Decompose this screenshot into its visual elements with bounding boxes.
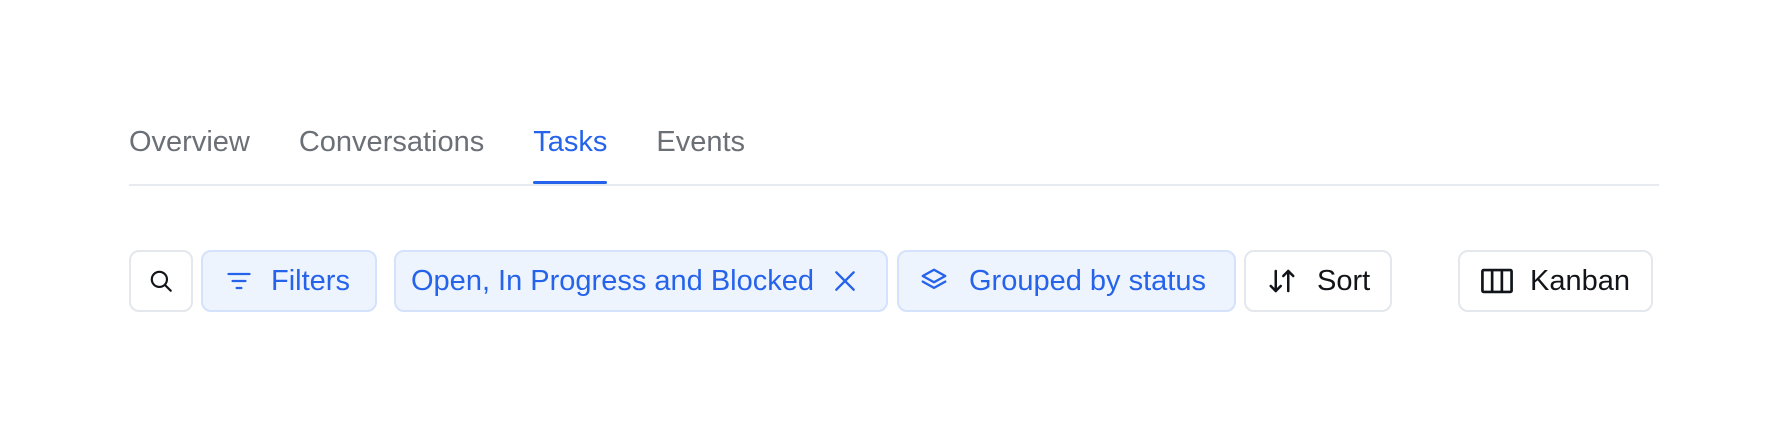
close-icon[interactable] bbox=[832, 268, 858, 294]
sort-arrows-icon bbox=[1267, 266, 1297, 296]
tab-conversations[interactable]: Conversations bbox=[299, 118, 484, 182]
filter-lines-icon bbox=[225, 267, 253, 295]
search-button[interactable] bbox=[129, 250, 193, 312]
filters-button[interactable]: Filters bbox=[201, 250, 377, 312]
search-icon bbox=[148, 268, 174, 294]
status-filter-label: Open, In Progress and Blocked bbox=[411, 264, 815, 297]
layers-icon bbox=[919, 266, 949, 296]
filters-label: Filters bbox=[271, 264, 350, 297]
tab-events[interactable]: Events bbox=[656, 118, 745, 182]
page: Overview Conversations Tasks Events Filt… bbox=[0, 0, 1778, 440]
group-by-label: Grouped by status bbox=[969, 264, 1206, 297]
view-mode-label: Kanban bbox=[1530, 264, 1630, 297]
status-filter-chip[interactable]: Open, In Progress and Blocked bbox=[394, 250, 888, 312]
tab-tasks[interactable]: Tasks bbox=[533, 118, 608, 184]
sort-button[interactable]: Sort bbox=[1244, 250, 1392, 312]
tab-bar: Overview Conversations Tasks Events bbox=[129, 118, 1659, 186]
sort-label: Sort bbox=[1317, 264, 1371, 297]
group-by-button[interactable]: Grouped by status bbox=[897, 250, 1236, 312]
view-mode-button[interactable]: Kanban bbox=[1458, 250, 1653, 312]
kanban-columns-icon bbox=[1480, 266, 1514, 296]
toolbar: Filters Open, In Progress and Blocked Gr… bbox=[129, 250, 1659, 314]
tab-overview[interactable]: Overview bbox=[129, 118, 250, 182]
